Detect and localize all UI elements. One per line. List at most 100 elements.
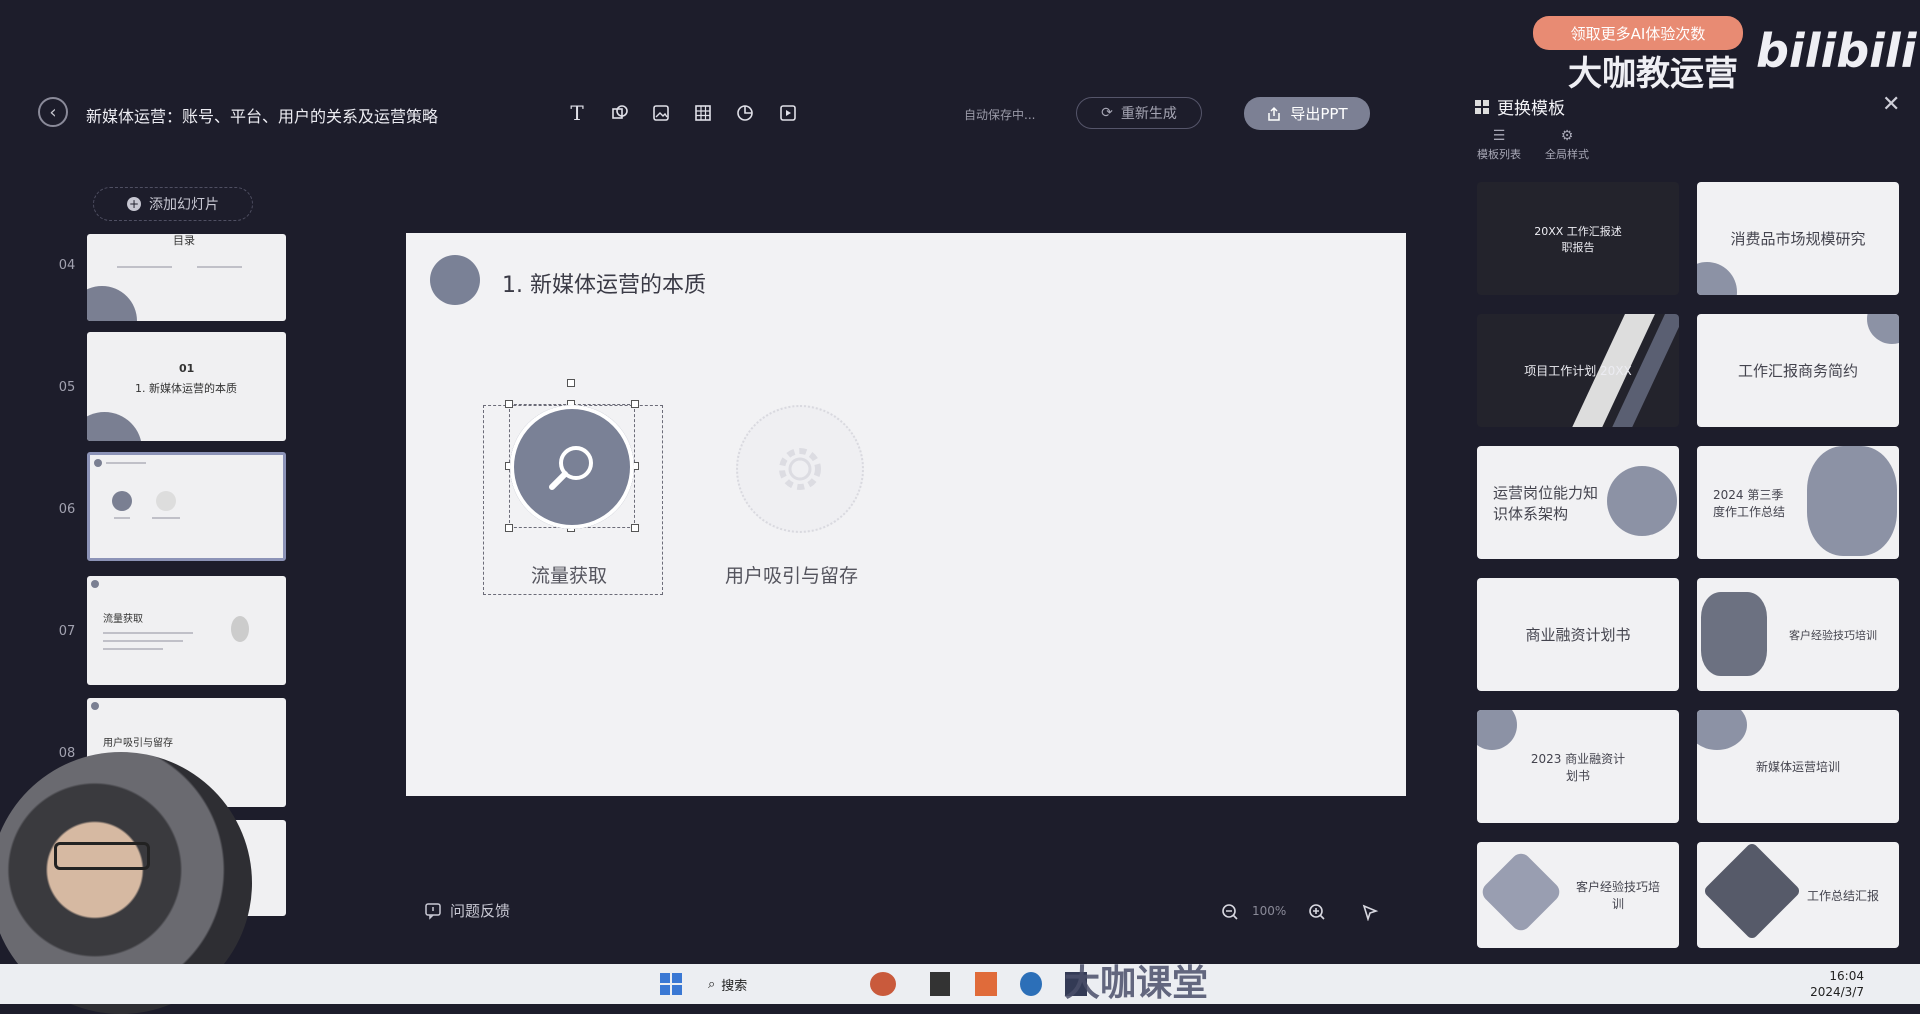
slide-number: 06 xyxy=(58,502,76,517)
text-tool[interactable]: T xyxy=(564,100,590,126)
slide-thumbnail-04[interactable]: 目录 xyxy=(87,234,286,321)
media-icon xyxy=(780,105,796,121)
traffic-icon-circle[interactable] xyxy=(510,405,634,529)
template-card[interactable]: 商业融资计划书 xyxy=(1477,578,1679,691)
regenerate-label: 重新生成 xyxy=(1120,106,1177,122)
slide-title[interactable]: 1. 新媒体运营的本质 xyxy=(502,267,706,299)
thumb-title: 流量获取 xyxy=(103,614,143,625)
clock-date: 2024/3/7 xyxy=(1810,985,1864,999)
sliders-icon: ⚙ xyxy=(1560,128,1574,144)
title-decoration xyxy=(430,255,480,305)
app-icon[interactable] xyxy=(1020,972,1042,996)
zoom-out-button[interactable] xyxy=(1218,900,1242,924)
slide-canvas[interactable]: 1. 新媒体运营的本质 流量获取 用户吸引与留存 xyxy=(406,233,1406,796)
shape-icon xyxy=(612,105,628,119)
feedback-button[interactable]: 问题反馈 xyxy=(424,900,510,921)
pointer-tool[interactable] xyxy=(1358,900,1382,924)
taskbar-search[interactable]: ⌕ 搜索 xyxy=(708,972,747,996)
system-clock[interactable]: 16:04 2024/3/7 xyxy=(1810,968,1864,1000)
glasses-shape xyxy=(54,842,150,870)
slide-thumbnail-06[interactable] xyxy=(87,452,286,561)
bottom-watermark: 大咖课堂 xyxy=(1064,963,1209,1004)
cursor-icon xyxy=(1362,904,1379,921)
slide-number: 04 xyxy=(58,258,76,273)
app-icon[interactable] xyxy=(870,972,896,996)
zoom-out-icon xyxy=(1222,904,1238,920)
regenerate-button[interactable]: ⟳ 重新生成 xyxy=(1076,97,1202,129)
app-icon[interactable] xyxy=(930,972,950,996)
close-panel-button[interactable]: ✕ xyxy=(1882,92,1900,117)
taskbar-search-label: 搜索 xyxy=(721,978,748,994)
template-card[interactable]: 20XX 工作汇报述职报告 xyxy=(1477,182,1679,295)
template-label: 运营岗位能力知识体系架构 xyxy=(1493,483,1599,523)
taskbar: ⌕ 搜索 16:04 2024/3/7 xyxy=(0,964,1920,1004)
table-tool[interactable] xyxy=(690,100,716,126)
text-icon: T xyxy=(570,101,584,125)
shape-tool[interactable] xyxy=(607,100,633,126)
tab-global-style[interactable]: ⚙ 全局样式 xyxy=(1545,128,1589,162)
rotate-handle[interactable] xyxy=(567,379,575,387)
template-label: 客户经验技巧培训 xyxy=(1789,628,1877,642)
template-label: 消费品市场规模研究 xyxy=(1730,230,1866,248)
back-button[interactable]: ‹ xyxy=(38,97,68,127)
zoom-in-icon xyxy=(1309,904,1325,920)
close-icon: ✕ xyxy=(1882,92,1901,117)
list-icon: ☰ xyxy=(1492,128,1506,144)
template-card[interactable]: 客户经验技巧培训 xyxy=(1697,578,1899,691)
export-ppt-button[interactable]: 导出PPT xyxy=(1244,97,1370,130)
resize-handle[interactable] xyxy=(505,400,513,408)
chart-icon xyxy=(737,105,753,121)
promo-banner[interactable]: 领取更多AI体验次数 xyxy=(1533,16,1743,50)
tab-label: 模板列表 xyxy=(1477,148,1521,161)
template-card[interactable]: 2024 第三季度作工作总结 xyxy=(1697,446,1899,559)
resize-handle[interactable] xyxy=(631,524,639,532)
clock-time: 16:04 xyxy=(1829,969,1864,983)
template-card[interactable]: 客户经验技巧培训 xyxy=(1477,842,1679,948)
image-icon xyxy=(653,105,669,121)
template-card[interactable]: 项目工作计划 20XX xyxy=(1477,314,1679,427)
export-label: 导出PPT xyxy=(1290,105,1348,123)
search-icon xyxy=(549,446,593,490)
feedback-icon xyxy=(425,902,441,920)
chart-tool[interactable] xyxy=(732,100,758,126)
app-icon[interactable] xyxy=(975,972,997,996)
template-card[interactable]: 消费品市场规模研究 xyxy=(1697,182,1899,295)
share-icon xyxy=(1268,106,1281,121)
slide-thumbnail-05[interactable]: 01 1. 新媒体运营的本质 xyxy=(87,332,286,441)
image-tool[interactable] xyxy=(648,100,674,126)
item-label-traffic[interactable]: 流量获取 xyxy=(531,561,607,588)
slide-number: 08 xyxy=(58,746,76,761)
tab-template-list[interactable]: ☰ 模板列表 xyxy=(1477,128,1521,162)
start-button[interactable] xyxy=(660,972,682,996)
template-card[interactable]: 运营岗位能力知识体系架构 xyxy=(1477,446,1679,559)
template-card[interactable]: 新媒体运营培训 xyxy=(1697,710,1899,823)
add-slide-button[interactable]: + 添加幻灯片 xyxy=(93,187,253,221)
template-label: 新媒体运营培训 xyxy=(1755,760,1840,774)
retention-icon-circle[interactable] xyxy=(736,405,864,533)
platform-logo: bilibili xyxy=(1756,24,1917,78)
resize-handle[interactable] xyxy=(505,524,513,532)
item-label-retention[interactable]: 用户吸引与留存 xyxy=(725,561,858,588)
thumb-title: 用户吸引与留存 xyxy=(103,738,173,749)
panel-title: 更换模板 xyxy=(1475,94,1565,119)
template-label: 2024 第三季度作工作总结 xyxy=(1713,487,1786,519)
thumb-title: 目录 xyxy=(173,234,195,247)
document-title: 新媒体运营：账号、平台、用户的关系及运营策略 xyxy=(86,107,439,126)
add-slide-label: 添加幻灯片 xyxy=(149,197,219,213)
template-label: 商业融资计划书 xyxy=(1525,626,1631,644)
brand-watermark: 大咖教运营 xyxy=(1568,54,1738,94)
media-tool[interactable] xyxy=(775,100,801,126)
slide-number: 05 xyxy=(58,380,76,395)
thumb-section-number: 01 xyxy=(179,362,195,375)
template-card[interactable]: 工作汇报商务简约 xyxy=(1697,314,1899,427)
template-label: 2023 商业融资计划书 xyxy=(1530,751,1626,783)
feedback-label: 问题反馈 xyxy=(450,902,511,920)
template-card[interactable]: 工作总结汇报 xyxy=(1697,842,1899,948)
zoom-in-button[interactable] xyxy=(1305,900,1329,924)
template-card[interactable]: 2023 商业融资计划书 xyxy=(1477,710,1679,823)
autosave-status: 自动保存中... xyxy=(964,108,1036,122)
zoom-level: 100% xyxy=(1252,904,1287,918)
template-label: 客户经验技巧培训 xyxy=(1575,880,1660,911)
slide-thumbnail-07[interactable]: 流量获取 xyxy=(87,576,286,685)
resize-handle[interactable] xyxy=(631,400,639,408)
